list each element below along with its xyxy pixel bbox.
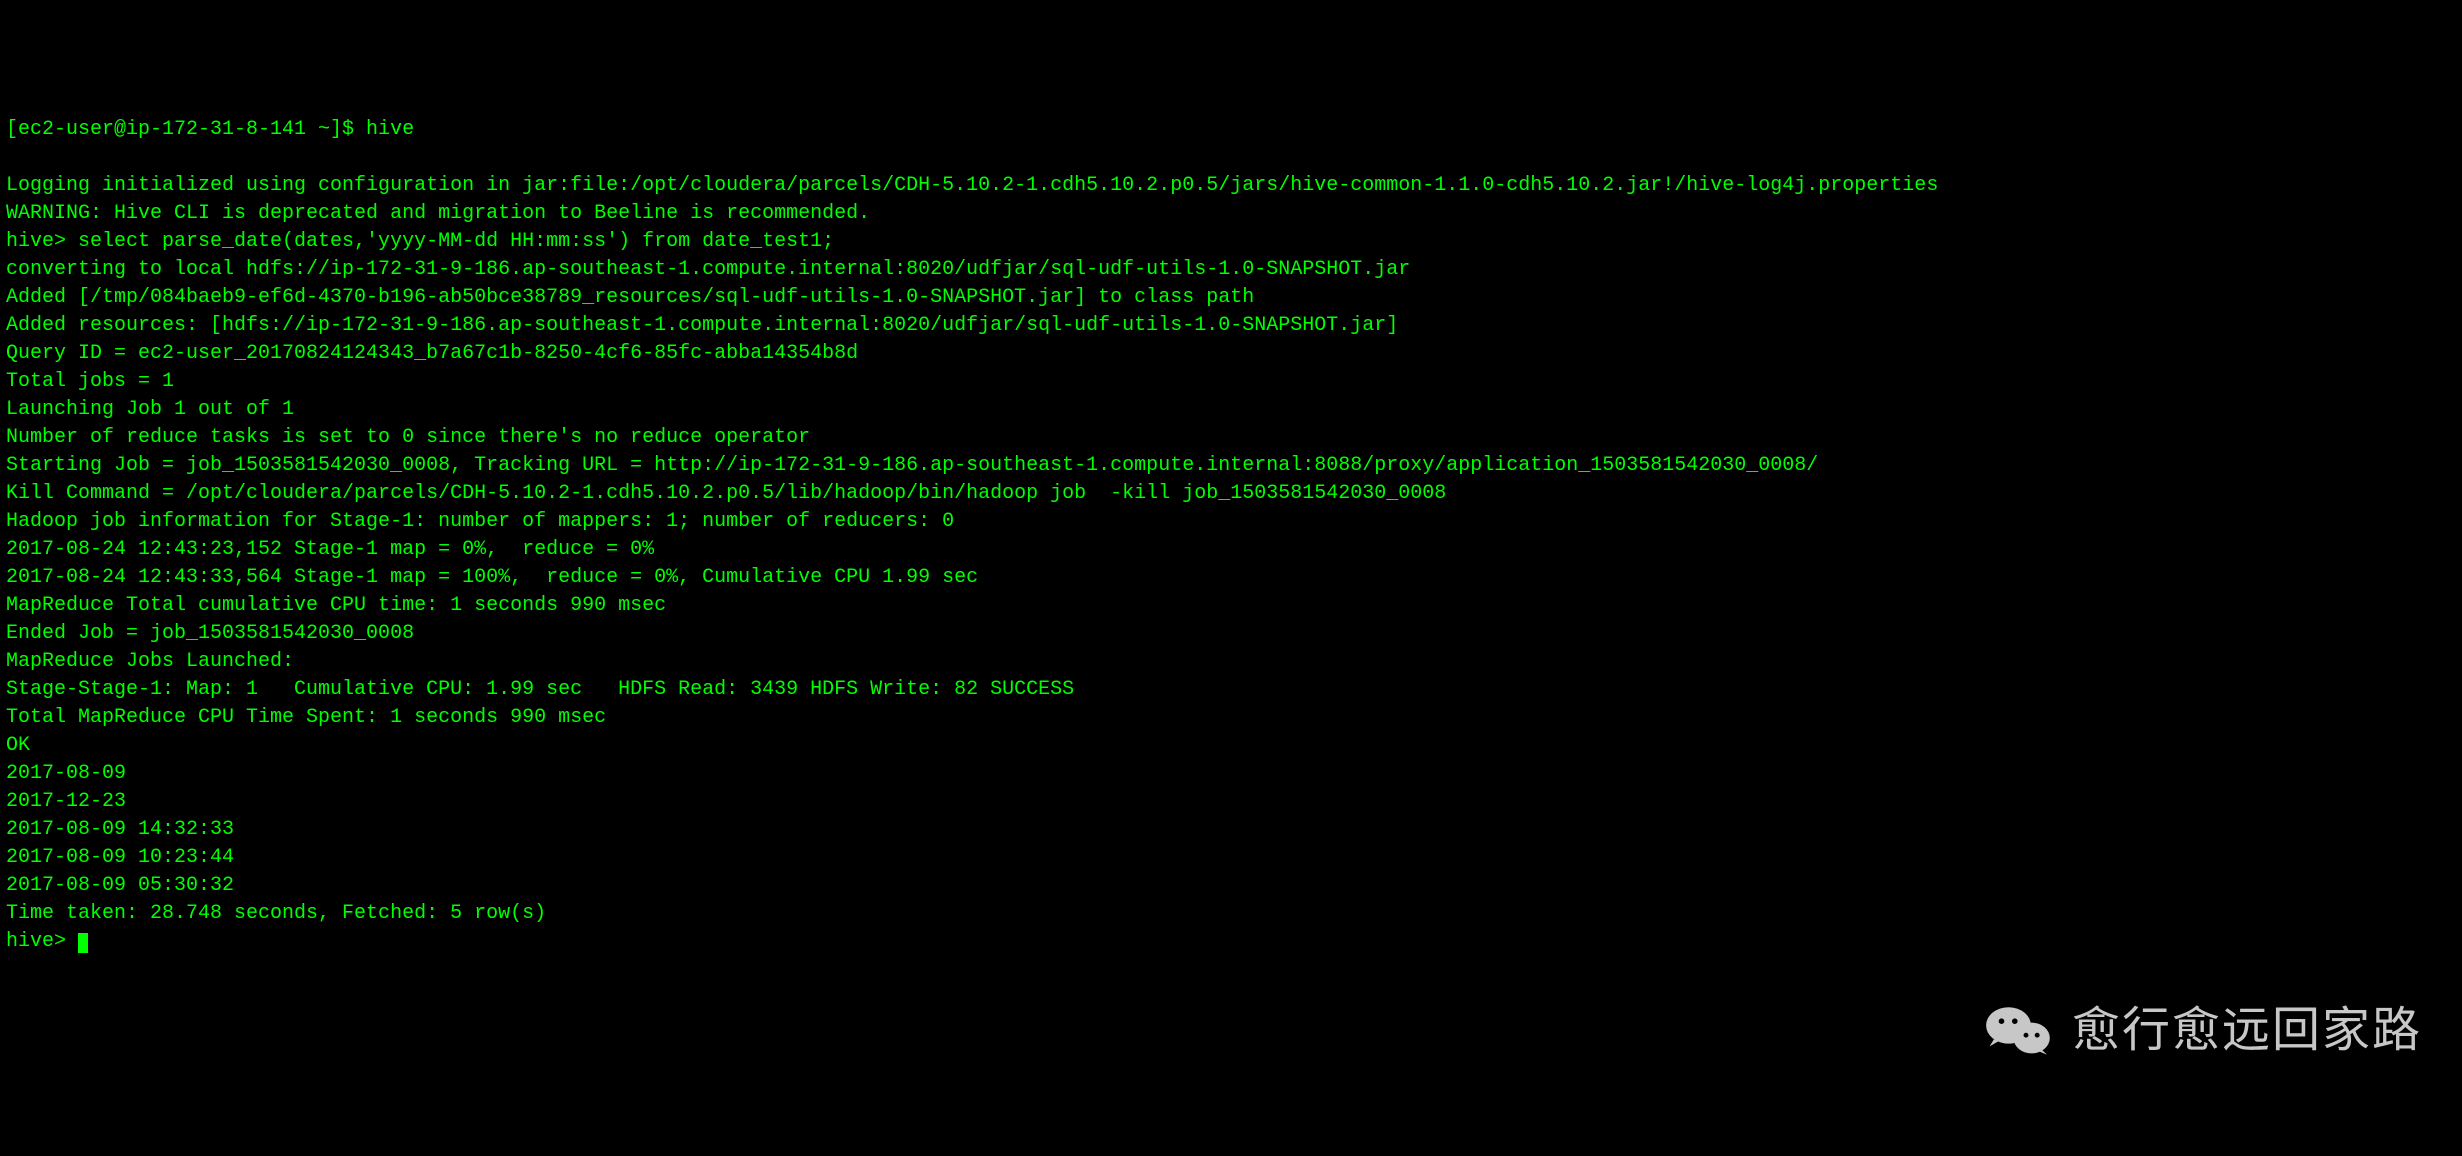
terminal-line: Number of reduce tasks is set to 0 since… [6, 424, 2456, 452]
terminal-line: Starting Job = job_1503581542030_0008, T… [6, 452, 2456, 480]
watermark-text: 愈行愈远回家路 [2072, 997, 2422, 1064]
terminal-line: MapReduce Jobs Launched: [6, 648, 2456, 676]
terminal-line: Total MapReduce CPU Time Spent: 1 second… [6, 704, 2456, 732]
terminal-line: Time taken: 28.748 seconds, Fetched: 5 r… [6, 900, 2456, 928]
terminal-line: 2017-08-24 12:43:33,564 Stage-1 map = 10… [6, 564, 2456, 592]
terminal-line: Added [/tmp/084baeb9-ef6d-4370-b196-ab50… [6, 284, 2456, 312]
terminal-line: WARNING: Hive CLI is deprecated and migr… [6, 200, 2456, 228]
terminal-line: Query ID = ec2-user_20170824124343_b7a67… [6, 340, 2456, 368]
terminal-line: 2017-08-09 10:23:44 [6, 844, 2456, 872]
terminal-line: Ended Job = job_1503581542030_0008 [6, 620, 2456, 648]
terminal-line: 2017-08-24 12:43:23,152 Stage-1 map = 0%… [6, 536, 2456, 564]
terminal-line: 2017-12-23 [6, 788, 2456, 816]
terminal-line: Total jobs = 1 [6, 368, 2456, 396]
terminal-line: Kill Command = /opt/cloudera/parcels/CDH… [6, 480, 2456, 508]
terminal-line: 2017-08-09 14:32:33 [6, 816, 2456, 844]
terminal-line: [ec2-user@ip-172-31-8-141 ~]$ hive [6, 116, 2456, 144]
terminal-line [6, 144, 2456, 172]
terminal-line: Hadoop job information for Stage-1: numb… [6, 508, 2456, 536]
terminal-line: 2017-08-09 [6, 760, 2456, 788]
watermark: 愈行愈远回家路 [1984, 946, 2422, 1116]
terminal-line: Launching Job 1 out of 1 [6, 396, 2456, 424]
wechat-icon [1984, 946, 2054, 1116]
terminal-line: Added resources: [hdfs://ip-172-31-9-186… [6, 312, 2456, 340]
terminal-prompt: hive> [6, 930, 78, 953]
terminal-line: MapReduce Total cumulative CPU time: 1 s… [6, 592, 2456, 620]
terminal-output[interactable]: [ec2-user@ip-172-31-8-141 ~]$ hive Loggi… [6, 116, 2456, 956]
terminal-line: converting to local hdfs://ip-172-31-9-1… [6, 256, 2456, 284]
terminal-cursor [78, 933, 88, 953]
terminal-line: hive> select parse_date(dates,'yyyy-MM-d… [6, 228, 2456, 256]
terminal-line: Logging initialized using configuration … [6, 172, 2456, 200]
terminal-line: OK [6, 732, 2456, 760]
terminal-line: Stage-Stage-1: Map: 1 Cumulative CPU: 1.… [6, 676, 2456, 704]
